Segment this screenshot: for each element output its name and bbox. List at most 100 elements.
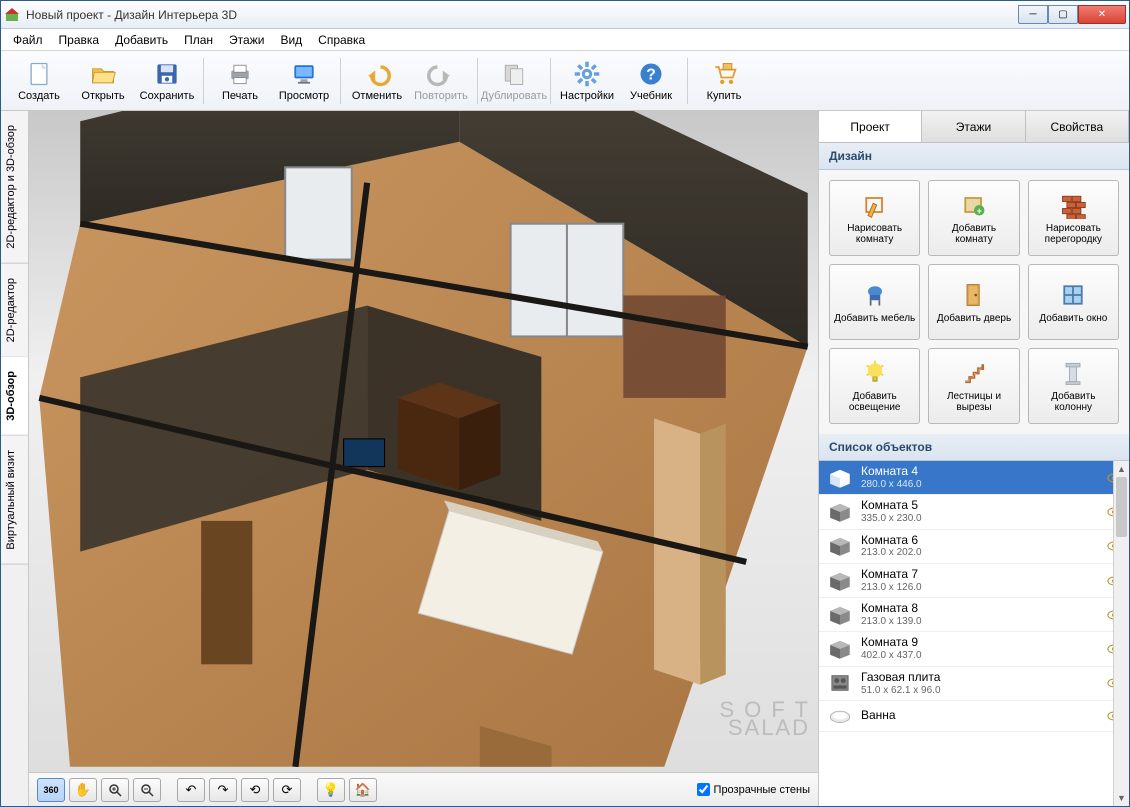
door-icon	[960, 281, 988, 309]
rp-tab-проект[interactable]: Проект	[819, 111, 922, 142]
design-door-button[interactable]: Добавить дверь	[928, 264, 1019, 340]
side-tab-2d-редактор-и-3d-обзор[interactable]: 2D-редактор и 3D-обзор	[1, 111, 28, 264]
object-name: Комната 5	[861, 499, 1099, 513]
help-icon: ?	[637, 60, 665, 88]
menu-добавить[interactable]: Добавить	[107, 31, 176, 49]
tilt-left-button[interactable]: ⟲	[241, 778, 269, 802]
gear-icon	[573, 60, 601, 88]
side-tab-2d-редактор[interactable]: 2D-редактор	[1, 264, 28, 357]
open-icon	[89, 60, 117, 88]
object-name: Комната 8	[861, 602, 1099, 616]
zoom-out-button[interactable]	[133, 778, 161, 802]
tilt-right-button[interactable]: ⟳	[273, 778, 301, 802]
object-text: Комната 9402.0 x 437.0	[861, 636, 1099, 661]
design-button-label: Нарисовать перегородку	[1032, 223, 1115, 245]
toolbar-separator	[687, 58, 688, 104]
transparent-walls-checkbox[interactable]: Прозрачные стены	[697, 783, 810, 796]
toolbar-new-button[interactable]: Создать	[7, 53, 71, 109]
design-light-button[interactable]: Добавить освещение	[829, 348, 920, 424]
toolbar-separator	[340, 58, 341, 104]
box-icon	[827, 501, 853, 523]
duplicate-icon	[500, 60, 528, 88]
object-dimensions: 213.0 x 139.0	[861, 616, 1099, 628]
design-add-room-button[interactable]: +Добавить комнату	[928, 180, 1019, 256]
object-row[interactable]: Комната 8213.0 x 139.0	[819, 598, 1129, 632]
stove-icon	[827, 672, 853, 694]
object-text: Ванна	[861, 709, 1099, 723]
scroll-thumb[interactable]	[1116, 477, 1127, 537]
rotate-left-button[interactable]: ↶	[177, 778, 205, 802]
toolbar-gear-button[interactable]: Настройки	[555, 53, 619, 109]
object-list-scrollbar[interactable]: ▲ ▼	[1113, 461, 1129, 806]
rp-tab-этажи[interactable]: Этажи	[922, 111, 1025, 142]
stairs-icon	[960, 359, 988, 387]
object-row[interactable]: Комната 5335.0 x 230.0	[819, 495, 1129, 529]
design-wall-button[interactable]: Нарисовать перегородку	[1028, 180, 1119, 256]
home-button[interactable]: 🏠	[349, 778, 377, 802]
360-button[interactable]: 360	[37, 778, 65, 802]
window-buttons: ─ ▢ ✕	[1018, 5, 1126, 24]
toolbar-print-button[interactable]: Печать	[208, 53, 272, 109]
design-button-label: Добавить мебель	[834, 313, 915, 324]
minimize-button[interactable]: ─	[1018, 5, 1048, 24]
menu-план[interactable]: План	[176, 31, 221, 49]
maximize-button[interactable]: ▢	[1048, 5, 1078, 24]
new-icon	[25, 60, 53, 88]
object-row[interactable]: Комната 9402.0 x 437.0	[819, 632, 1129, 666]
side-tab-3d-обзор[interactable]: 3D-обзор	[1, 357, 28, 436]
menu-этажи[interactable]: Этажи	[221, 31, 272, 49]
transparent-walls-input[interactable]	[697, 783, 710, 796]
toolbar-monitor-button[interactable]: Просмотр	[272, 53, 336, 109]
bath-icon	[827, 705, 853, 727]
object-text: Комната 5335.0 x 230.0	[861, 499, 1099, 524]
wall-icon	[1059, 191, 1087, 219]
toolbar-undo-button[interactable]: Отменить	[345, 53, 409, 109]
menu-вид[interactable]: Вид	[272, 31, 310, 49]
scroll-up-arrow[interactable]: ▲	[1114, 461, 1129, 477]
design-button-label: Добавить колонну	[1032, 391, 1115, 413]
object-row[interactable]: Комната 6213.0 x 202.0	[819, 530, 1129, 564]
rotate-right-button[interactable]: ↷	[209, 778, 237, 802]
toolbar-label: Учебник	[630, 90, 672, 102]
toolbar-label: Просмотр	[279, 90, 329, 102]
object-name: Комната 9	[861, 636, 1099, 650]
rp-tab-свойства[interactable]: Свойства	[1026, 111, 1129, 142]
object-text: Комната 6213.0 x 202.0	[861, 534, 1099, 559]
toolbar-save-button[interactable]: Сохранить	[135, 53, 199, 109]
object-text: Комната 8213.0 x 139.0	[861, 602, 1099, 627]
design-button-label: Добавить дверь	[937, 313, 1011, 324]
toolbar-open-button[interactable]: Открыть	[71, 53, 135, 109]
light-icon	[861, 359, 889, 387]
menu-файл[interactable]: Файл	[5, 31, 51, 49]
object-row[interactable]: Комната 4280.0 x 446.0	[819, 461, 1129, 495]
object-dimensions: 213.0 x 202.0	[861, 547, 1099, 559]
pan-button[interactable]: ✋	[69, 778, 97, 802]
light-toggle-button[interactable]: 💡	[317, 778, 345, 802]
design-column-button[interactable]: Добавить колонну	[1028, 348, 1119, 424]
object-row[interactable]: Ванна	[819, 701, 1129, 732]
3d-canvas[interactable]: S O F TSALAD	[29, 111, 818, 772]
menu-правка[interactable]: Правка	[51, 31, 108, 49]
menubar: ФайлПравкаДобавитьПланЭтажиВидСправка	[1, 29, 1129, 51]
scroll-down-arrow[interactable]: ▼	[1114, 790, 1129, 806]
object-dimensions: 335.0 x 230.0	[861, 513, 1099, 525]
design-stairs-button[interactable]: Лестницы и вырезы	[928, 348, 1019, 424]
draw-room-icon	[861, 191, 889, 219]
object-text: Комната 4280.0 x 446.0	[861, 465, 1099, 490]
zoom-in-button[interactable]	[101, 778, 129, 802]
toolbar-separator	[203, 58, 204, 104]
close-button[interactable]: ✕	[1078, 5, 1126, 24]
side-tab-виртуальный-визит[interactable]: Виртуальный визит	[1, 436, 28, 565]
object-row[interactable]: Газовая плита51.0 x 62.1 x 96.0	[819, 667, 1129, 701]
design-chair-button[interactable]: Добавить мебель	[829, 264, 920, 340]
object-row[interactable]: Комната 7213.0 x 126.0	[819, 564, 1129, 598]
object-list[interactable]: Комната 4280.0 x 446.0 Комната 5335.0 x 2…	[819, 461, 1129, 806]
design-window-button[interactable]: Добавить окно	[1028, 264, 1119, 340]
design-button-label: Нарисовать комнату	[833, 223, 916, 245]
object-name: Комната 4	[861, 465, 1099, 479]
menu-справка[interactable]: Справка	[310, 31, 373, 49]
toolbar-cart-button[interactable]: Купить	[692, 53, 756, 109]
toolbar-help-button[interactable]: ? Учебник	[619, 53, 683, 109]
object-text: Газовая плита51.0 x 62.1 x 96.0	[861, 671, 1099, 696]
design-draw-room-button[interactable]: Нарисовать комнату	[829, 180, 920, 256]
